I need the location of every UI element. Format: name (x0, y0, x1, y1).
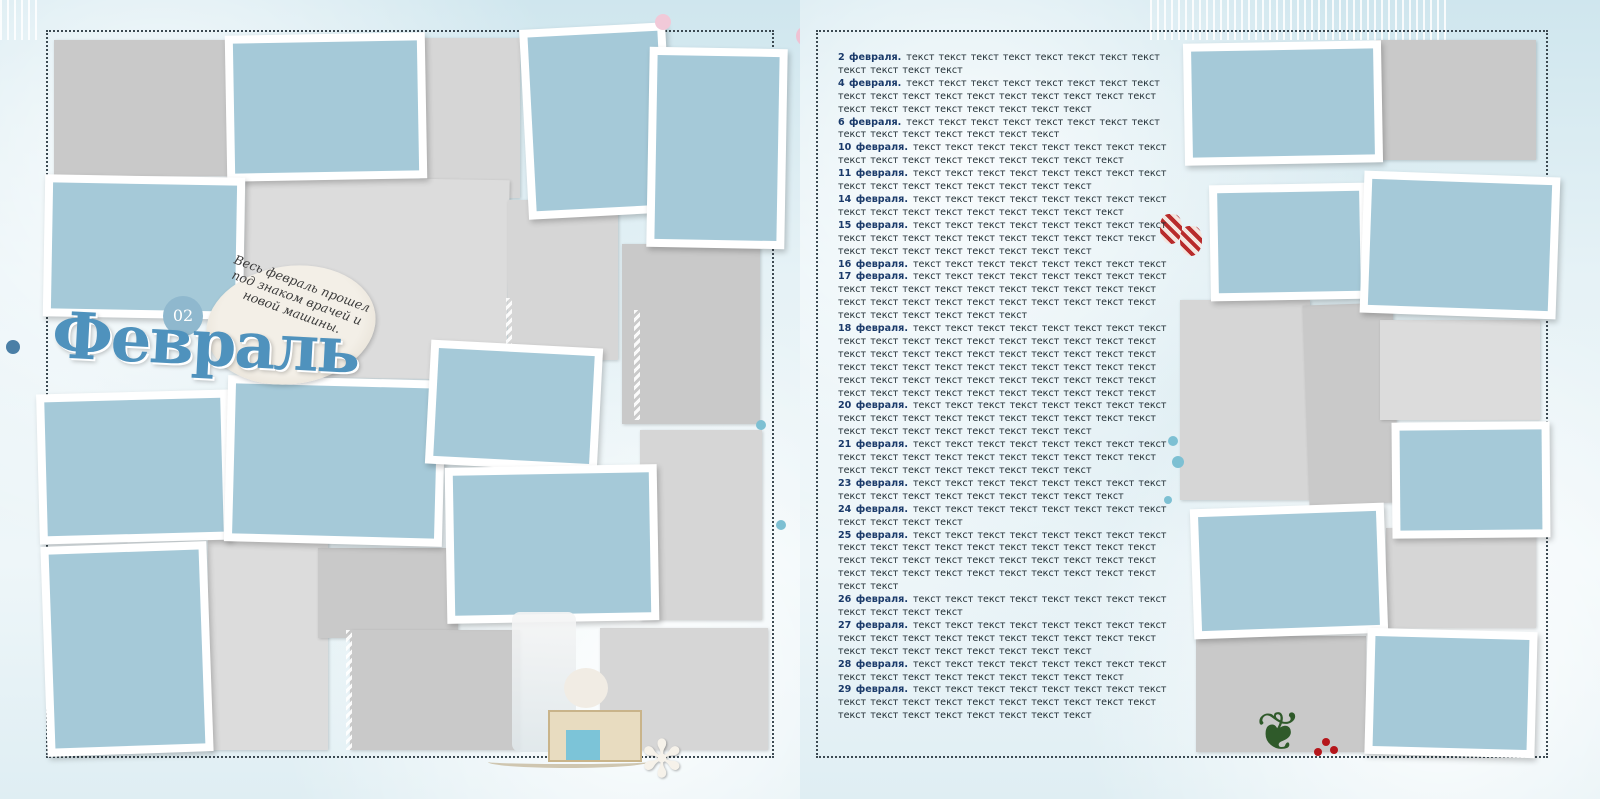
diary-entry-date: 16 февраля. (838, 258, 908, 270)
paper-block (1380, 320, 1540, 420)
photo-placeholder (232, 40, 420, 174)
photo-placeholder (1372, 636, 1530, 750)
paper-block (54, 40, 234, 176)
scrapbook-spread: Весь февраль прошел под знаком врачей и … (0, 0, 1600, 799)
diary-entry: 10 февраля. текст текст текст текст текст… (838, 142, 1178, 168)
bead-decoration (776, 520, 786, 530)
photo-frame[interactable] (1391, 421, 1551, 539)
photo-frame[interactable] (1364, 627, 1538, 759)
diary-entry-date: 24 февраля. (838, 503, 908, 515)
diary-entry-date: 20 февраля. (838, 400, 908, 412)
snowflake-cookie-icon: ✻ (640, 730, 684, 790)
zigzag-stitch (634, 310, 640, 420)
diary-entry-date: 23 февраля. (838, 477, 908, 489)
paper-block (1386, 528, 1536, 628)
diary-entry: 6 февраля. текст текст текст текст текст … (838, 117, 1178, 143)
photo-frame[interactable] (224, 32, 428, 182)
diary-entry-date: 14 февраля. (838, 193, 908, 205)
photo-placeholder (1217, 190, 1361, 294)
paper-block (318, 548, 458, 638)
bead-decoration (6, 340, 20, 354)
diary-entry: 2 февраля. текст текст текст текст текст … (838, 52, 1178, 78)
zigzag-stitch (346, 630, 352, 750)
photo-frame[interactable] (40, 541, 214, 757)
diary-entry: 28 февраля. текст текст текст текст текст… (838, 659, 1178, 685)
paper-block (420, 38, 520, 198)
diary-entry: 18 февраля. текст текст текст текст текст… (838, 323, 1178, 400)
diary-entry-date: 21 февраля. (838, 439, 908, 451)
diary-entry-date: 6 февраля. (838, 116, 902, 128)
photo-placeholder (48, 549, 206, 749)
photo-frame[interactable] (1182, 40, 1384, 166)
diary-entry: 27 февраля. текст текст текст текст текст… (838, 620, 1178, 659)
photo-frame[interactable] (1189, 502, 1389, 640)
diary-entry-date: 27 февраля. (838, 619, 908, 631)
bead-decoration (756, 420, 766, 430)
holly-berry (1314, 748, 1322, 756)
diary-entry: 4 февраля. текст текст текст текст текст … (838, 78, 1178, 117)
photo-placeholder (232, 383, 438, 539)
holly-berry (1322, 738, 1330, 746)
diary-entry: 15 февраля. текст текст текст текст текст… (838, 220, 1178, 259)
photo-placeholder (44, 397, 224, 537)
diary-entry: 17 февраля. текст текст текст текст текст… (838, 271, 1178, 323)
diary-entry-date: 29 февраля. (838, 684, 908, 696)
photo-frame[interactable] (1208, 182, 1370, 302)
paper-block (350, 630, 520, 750)
photo-frame[interactable] (223, 375, 447, 547)
diary-entry-date: 15 февраля. (838, 219, 908, 231)
left-page: Весь февраль прошел под знаком врачей и … (0, 0, 800, 799)
paper-block (1180, 300, 1310, 500)
diary-entry: 14 февраля. текст текст текст текст текст… (838, 194, 1178, 220)
diary-entry-date: 18 февраля. (838, 323, 908, 335)
diary-entry-date: 2 февраля. (838, 52, 902, 63)
photo-placeholder (527, 30, 667, 212)
photo-frame[interactable] (42, 174, 246, 320)
paper-block (622, 244, 760, 424)
diary-entry: 16 февраля. текст текст текст текст текст… (838, 259, 1178, 272)
diary-entry: 24 февраля. текст текст текст текст текст… (838, 504, 1178, 530)
holly-berry (1330, 746, 1338, 754)
sled-decoration (488, 756, 648, 768)
photo-frame[interactable] (424, 339, 604, 473)
photo-placeholder (50, 182, 238, 312)
diary-entry: 23 февраля. текст текст текст текст текст… (838, 478, 1178, 504)
photo-placeholder (1198, 510, 1380, 632)
holly-icon: ❦ (1256, 700, 1302, 763)
diary-entry-date: 10 февраля. (838, 142, 908, 154)
photo-placeholder (452, 472, 652, 616)
diary-entry: 20 февраля. текст текст текст текст текст… (838, 400, 1178, 439)
mitten-decoration (1180, 226, 1202, 256)
photo-frame[interactable] (36, 389, 232, 545)
diary-entry: 26 февраля. текст текст текст текст текст… (838, 594, 1178, 620)
diary-entry-text: текст текст текст текст текст текст текс… (912, 258, 1167, 270)
paper-block (1376, 40, 1536, 160)
photo-frame[interactable] (646, 46, 788, 250)
diary-entry-date: 17 февраля. (838, 271, 908, 283)
paper-block (508, 200, 618, 360)
diary-entry: 25 февраля. текст текст текст текст текст… (838, 530, 1178, 595)
photo-placeholder (654, 54, 780, 242)
diary-entry-text: текст текст текст текст текст текст текс… (838, 323, 1167, 399)
diary-entry: 11 февраля. текст текст текст текст текст… (838, 168, 1178, 194)
diary-entry-date: 11 февраля. (838, 168, 908, 180)
diary-entry-date: 25 февраля. (838, 529, 908, 541)
ornament-decoration (564, 668, 608, 708)
diary-entry-date: 26 февраля. (838, 594, 908, 606)
photo-placeholder (433, 347, 595, 465)
photo-frame[interactable] (1359, 170, 1561, 320)
photo-placeholder (1367, 178, 1553, 312)
diary-text-block: 2 февраля. текст текст текст текст текст … (838, 52, 1178, 723)
photo-placeholder (1191, 48, 1375, 158)
photo-frame[interactable] (444, 464, 660, 624)
diary-entry: 29 февраля. текст текст текст текст текст… (838, 684, 1178, 723)
bead-decoration (655, 14, 671, 30)
photo-placeholder (1399, 429, 1543, 531)
paper-block (208, 540, 328, 750)
icicles-decoration (0, 0, 40, 40)
diary-entry-date: 4 февраля. (838, 77, 902, 89)
month-title: Февраль (50, 298, 361, 389)
diary-entry-date: 28 февраля. (838, 658, 908, 670)
diary-entry: 21 февраля. текст текст текст текст текст… (838, 439, 1178, 478)
